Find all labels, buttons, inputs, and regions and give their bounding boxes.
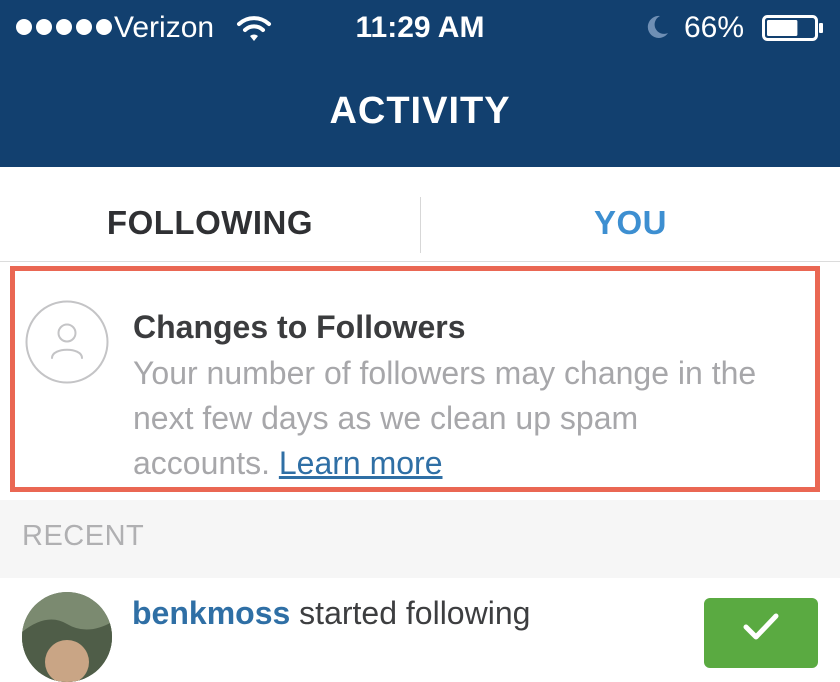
notice-title: Changes to Followers (133, 309, 466, 345)
tab-following[interactable]: FOLLOWING (0, 167, 420, 261)
recent-heading: RECENT (22, 520, 145, 552)
activity-username[interactable]: benkmoss (132, 595, 290, 631)
tab-you[interactable]: YOU (421, 167, 840, 261)
avatar[interactable] (22, 592, 112, 682)
page-title: ACTIVITY (329, 90, 511, 132)
battery-icon (762, 15, 823, 41)
tab-bar: FOLLOWING YOU (0, 167, 840, 262)
moon-icon (647, 15, 668, 38)
learn-more-link[interactable]: Learn more (279, 445, 443, 481)
activity-row[interactable]: benkmoss started following (0, 578, 840, 682)
followers-change-notice: Changes to Followers Your number of foll… (10, 266, 820, 492)
notice-body-text: Your number of followers may change in t… (133, 355, 757, 481)
notice-body: Your number of followers may change in t… (133, 351, 773, 486)
avatar-photo (22, 592, 112, 682)
status-bar: Verizon 11:29 AM 66% (0, 0, 840, 56)
battery-percentage: 66% (684, 11, 745, 44)
user-placeholder-icon (25, 300, 109, 384)
following-button[interactable] (704, 598, 818, 668)
checkmark-icon (743, 613, 779, 640)
activity-action: started following (299, 595, 531, 631)
activity-text: benkmoss started following (132, 593, 530, 633)
header: Verizon 11:29 AM 66% ACTIVITY (0, 0, 840, 167)
